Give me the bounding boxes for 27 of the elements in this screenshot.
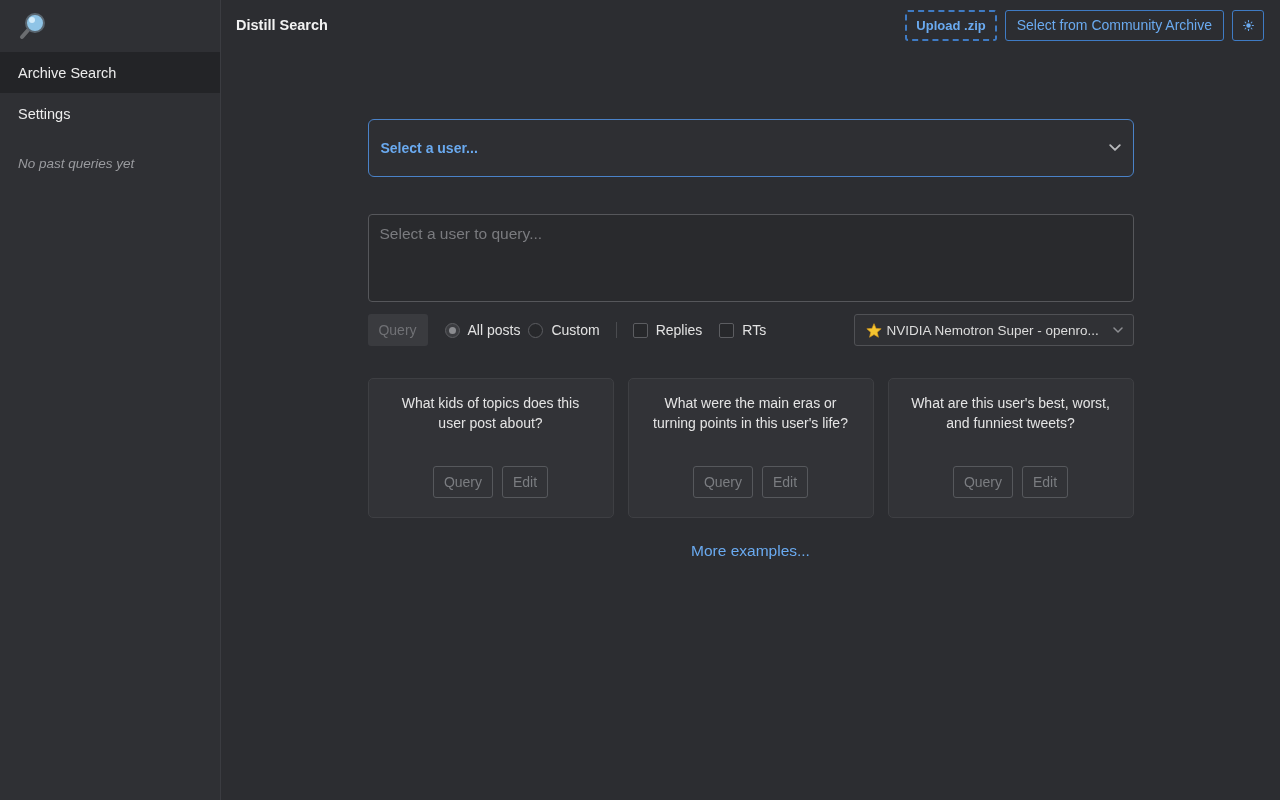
example-question: What are this user's best, worst, and funniest tweets? [910,394,1111,433]
checkbox[interactable] [632,322,648,338]
user-select[interactable]: Select a user... [367,119,1134,177]
theme-toggle-button[interactable] [1232,9,1264,41]
radio-label: Custom [551,322,600,338]
example-question: What were the main eras or turning points in this user's life? [652,394,849,433]
star-icon [865,322,882,338]
chevron-down-icon [1112,327,1123,333]
more-examples-link[interactable]: More examples... [691,542,810,560]
query-input[interactable]: Select a user to query... [367,214,1134,302]
checkbox-label: Replies [655,322,703,338]
upload-button[interactable]: Upload .zip [905,9,997,41]
radio-button[interactable] [528,322,544,338]
chevron-down-icon [1108,144,1121,152]
radio-label: All posts [467,322,521,338]
empty-history-note: No past queries yet [18,156,136,171]
checkbox[interactable] [719,322,735,338]
example-question: What kids of topics does this user post about? [400,394,581,433]
checkbox-label: RTs [742,322,767,338]
magnifier-icon [18,12,46,40]
sidebar-item[interactable]: Archive Search [0,52,220,93]
sun-icon [1242,19,1254,31]
page-title: Distill Search [236,17,328,33]
model-select[interactable]: NVIDIA Nemotron Super - openro... [853,314,1134,346]
radio-button[interactable] [444,322,460,338]
archive-button[interactable]: Select from Community Archive [1004,9,1224,41]
sidebar-item[interactable]: Settings [0,93,220,134]
